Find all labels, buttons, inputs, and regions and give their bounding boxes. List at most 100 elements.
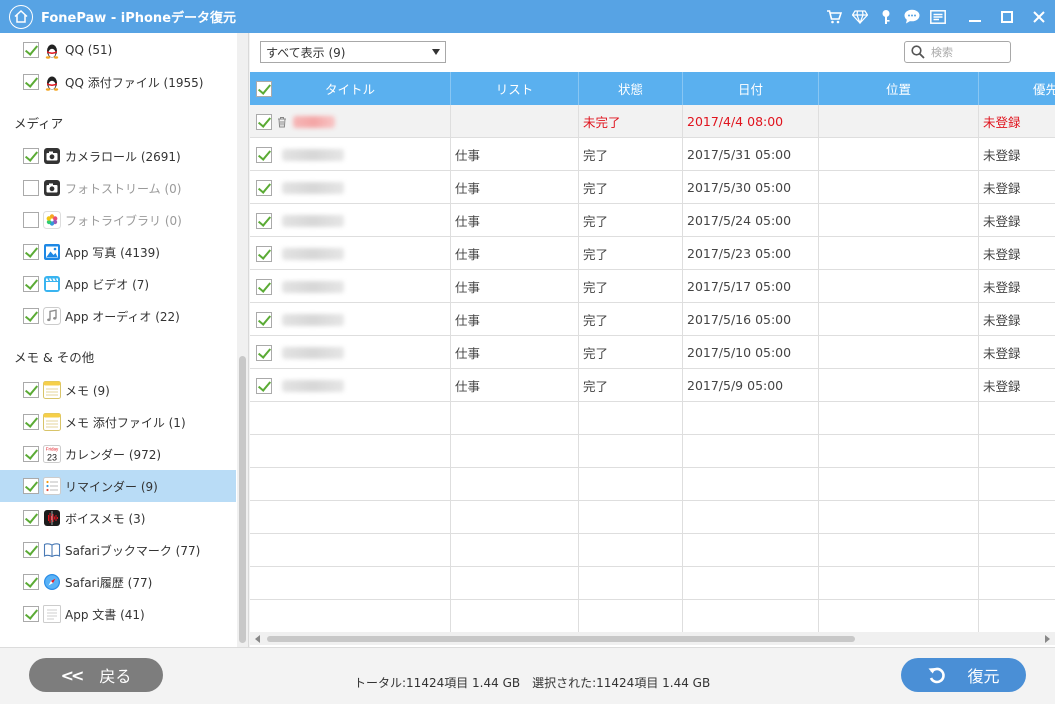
sidebar-item[interactable]: App 写真 (4139) xyxy=(0,236,236,268)
sidebar-item[interactable]: QQ 添付ファイル (1955) xyxy=(0,66,236,98)
sidebar-item-checkbox[interactable] xyxy=(23,414,39,430)
sidebar-item[interactable]: App オーディオ (22) xyxy=(0,300,236,332)
sidebar-item-checkbox[interactable] xyxy=(23,574,39,590)
table-cell: 仕事 xyxy=(451,336,579,369)
restore-button[interactable]: 復元 xyxy=(901,658,1026,692)
sidebar-scroll-thumb[interactable] xyxy=(239,356,246,643)
row-checkbox[interactable] xyxy=(256,311,272,328)
sidebar-item-checkbox[interactable] xyxy=(23,244,39,260)
music-icon xyxy=(43,307,61,325)
diamond-icon[interactable] xyxy=(847,0,873,33)
row-checkbox[interactable] xyxy=(256,212,272,229)
sidebar-item-checkbox[interactable] xyxy=(23,74,39,90)
table-cell xyxy=(579,501,683,534)
table-cell xyxy=(819,600,979,632)
table-cell xyxy=(579,534,683,567)
scroll-left-icon[interactable] xyxy=(255,635,260,643)
sidebar-item[interactable]: Safariブックマーク (77) xyxy=(0,534,236,566)
table-cell: 2017/5/17 05:00 xyxy=(683,270,819,303)
sidebar-item-checkbox[interactable] xyxy=(23,180,39,196)
sidebar-item[interactable]: App 文書 (41) xyxy=(0,598,236,630)
back-button[interactable]: << 戻る xyxy=(29,658,163,692)
row-checkbox[interactable] xyxy=(256,245,272,262)
sidebar-item[interactable]: カメラロール (2691) xyxy=(0,140,236,172)
close-icon[interactable] xyxy=(1023,0,1055,33)
redacted-title xyxy=(282,214,344,227)
minimize-icon[interactable] xyxy=(959,0,991,33)
column-header[interactable]: リスト xyxy=(451,72,579,105)
sidebar-item[interactable]: メモ 添付ファイル (1) xyxy=(0,406,236,438)
cart-icon[interactable] xyxy=(821,0,847,33)
table-row[interactable]: 仕事 完了 2017/5/31 05:00 未登録 xyxy=(250,138,1055,171)
sidebar-item[interactable]: リマインダー (9) xyxy=(0,470,236,502)
row-checkbox[interactable] xyxy=(256,179,272,196)
home-icon[interactable] xyxy=(9,4,33,29)
column-header[interactable]: 状態 xyxy=(579,72,683,105)
maximize-icon[interactable] xyxy=(991,0,1023,33)
menu-icon[interactable] xyxy=(925,0,951,33)
camera-icon xyxy=(43,147,61,165)
column-header[interactable]: 日付 xyxy=(683,72,819,105)
filter-dropdown[interactable]: すべて表示 (9) xyxy=(260,41,446,63)
row-checkbox[interactable] xyxy=(256,146,272,163)
sidebar-item[interactable]: フォトストリーム (0) xyxy=(0,172,236,204)
horizontal-scrollbar[interactable] xyxy=(250,632,1055,645)
image-icon xyxy=(43,243,61,261)
chat-icon[interactable] xyxy=(899,0,925,33)
table-row[interactable]: 仕事 完了 2017/5/23 05:00 未登録 xyxy=(250,237,1055,270)
sidebar-item-label: カレンダー (972) xyxy=(65,447,162,462)
sidebar-scrollbar[interactable] xyxy=(237,33,248,647)
table-row[interactable]: 未完了 2017/4/4 08:00 未登録 xyxy=(250,105,1055,138)
row-checkbox[interactable] xyxy=(256,113,272,130)
table-row[interactable]: 仕事 完了 2017/5/10 05:00 未登録 xyxy=(250,336,1055,369)
horizontal-scroll-thumb[interactable] xyxy=(267,636,855,642)
sidebar-item[interactable]: App ビデオ (7) xyxy=(0,268,236,300)
sidebar-item-checkbox[interactable] xyxy=(23,42,39,58)
table-cell xyxy=(683,567,819,600)
table-row[interactable]: 仕事 完了 2017/5/17 05:00 未登録 xyxy=(250,270,1055,303)
column-header[interactable]: 優先 xyxy=(979,72,1055,105)
table-cell: 完了 xyxy=(579,369,683,402)
search-input[interactable]: 検索 xyxy=(904,41,1011,63)
sidebar-item[interactable]: メモ (9) xyxy=(0,374,236,406)
sidebar-item-label: リマインダー (9) xyxy=(65,479,158,494)
sidebar-item-checkbox[interactable] xyxy=(23,212,39,228)
key-icon[interactable] xyxy=(873,0,899,33)
table-cell xyxy=(819,204,979,237)
table-cell xyxy=(979,534,1055,567)
row-checkbox[interactable] xyxy=(256,377,272,394)
sidebar-item-checkbox[interactable] xyxy=(23,276,39,292)
redacted-title xyxy=(282,346,344,359)
row-checkbox[interactable] xyxy=(256,344,272,361)
table-row[interactable]: 仕事 完了 2017/5/16 05:00 未登録 xyxy=(250,303,1055,336)
sidebar-item[interactable]: Friday 23 カレンダー (972) xyxy=(0,438,236,470)
sidebar-item-checkbox[interactable] xyxy=(23,606,39,622)
sidebar-item-label: QQ 添付ファイル (1955) xyxy=(65,75,204,90)
sidebar-item-label: App ビデオ (7) xyxy=(65,277,150,292)
sidebar-item-checkbox[interactable] xyxy=(23,382,39,398)
sidebar-item[interactable]: Safari履歴 (77) xyxy=(0,566,236,598)
table-cell: 2017/5/23 05:00 xyxy=(683,237,819,270)
sidebar-item-checkbox[interactable] xyxy=(23,542,39,558)
sidebar-item-checkbox[interactable] xyxy=(23,148,39,164)
sidebar-item-checkbox[interactable] xyxy=(23,308,39,324)
row-checkbox[interactable] xyxy=(256,278,272,295)
table-row[interactable]: 仕事 完了 2017/5/24 05:00 未登録 xyxy=(250,204,1055,237)
sidebar-item[interactable]: ボイスメモ (3) xyxy=(0,502,236,534)
notes-icon xyxy=(43,381,61,399)
search-icon xyxy=(911,45,925,59)
table-row[interactable]: 仕事 完了 2017/5/9 05:00 未登録 xyxy=(250,369,1055,402)
scroll-right-icon[interactable] xyxy=(1045,635,1050,643)
sidebar-item[interactable]: フォトライブラリ (0) xyxy=(0,204,236,236)
column-header[interactable]: 位置 xyxy=(819,72,979,105)
svg-text:Friday: Friday xyxy=(46,447,59,452)
sidebar-item[interactable]: QQ (51) xyxy=(0,34,236,66)
table-row xyxy=(250,468,1055,501)
sidebar-item-checkbox[interactable] xyxy=(23,446,39,462)
table-row[interactable]: 仕事 完了 2017/5/30 05:00 未登録 xyxy=(250,171,1055,204)
sidebar-item-checkbox[interactable] xyxy=(23,510,39,526)
column-header[interactable]: タイトル xyxy=(250,72,451,105)
svg-text:23: 23 xyxy=(47,453,57,463)
sidebar-category: メディア xyxy=(14,116,64,131)
sidebar-item-checkbox[interactable] xyxy=(23,478,39,494)
